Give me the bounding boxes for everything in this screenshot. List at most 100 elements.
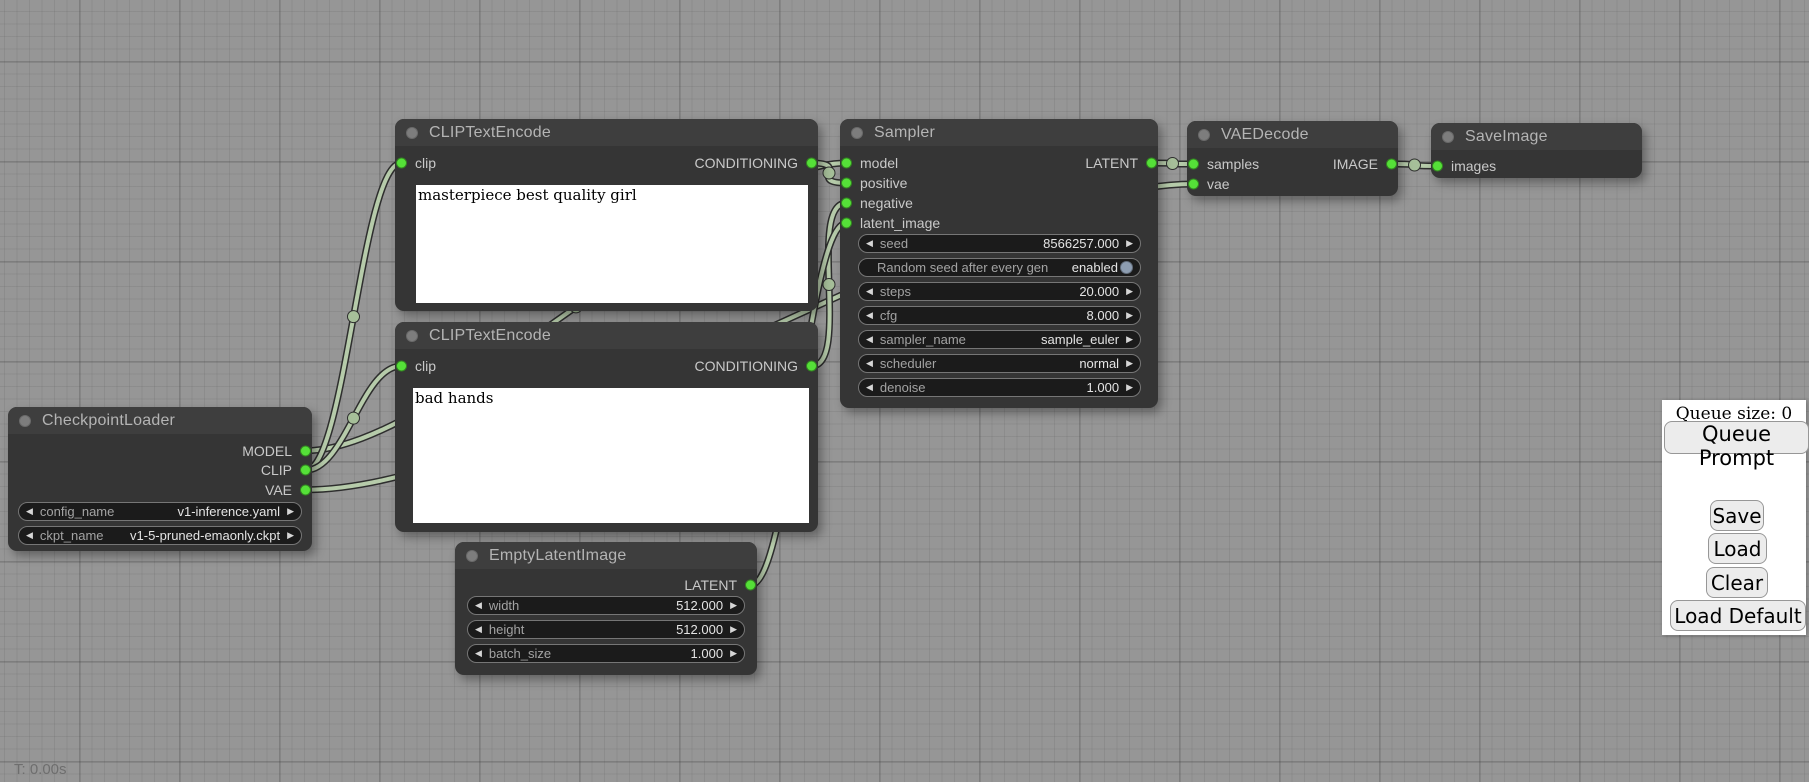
toggle-icon[interactable] bbox=[1120, 261, 1133, 274]
output-slot-dot[interactable] bbox=[806, 361, 817, 372]
decrement-arrow-icon[interactable]: ◀ bbox=[866, 307, 873, 324]
load-default-button[interactable]: Load Default bbox=[1670, 600, 1806, 631]
input-slot-dot[interactable] bbox=[841, 158, 852, 169]
widget-cfg[interactable]: ◀ cfg 8.000 ▶ bbox=[858, 306, 1141, 325]
output-slot-dot[interactable] bbox=[300, 465, 311, 476]
widget-sampler-name[interactable]: ◀ sampler_name sample_euler ▶ bbox=[858, 330, 1141, 349]
increment-arrow-icon[interactable]: ▶ bbox=[287, 527, 294, 544]
increment-arrow-icon[interactable]: ▶ bbox=[287, 503, 294, 520]
node-title-bar[interactable]: SaveImage bbox=[1431, 123, 1642, 150]
node-title-bar[interactable]: EmptyLatentImage bbox=[455, 542, 757, 569]
increment-arrow-icon[interactable]: ▶ bbox=[730, 621, 737, 638]
input-slot-label: clip bbox=[415, 358, 436, 374]
increment-arrow-icon[interactable]: ▶ bbox=[1126, 379, 1133, 396]
output-slot-label: CLIP bbox=[261, 462, 292, 478]
node-save-image[interactable]: SaveImage images bbox=[1431, 123, 1642, 178]
widget-width[interactable]: ◀ width 512.000 ▶ bbox=[467, 596, 745, 615]
collapse-toggle-icon[interactable] bbox=[1198, 129, 1210, 141]
graph-canvas[interactable]: CheckpointLoader MODEL CLIP VAE ◀ config… bbox=[0, 0, 1809, 782]
widget-seed[interactable]: ◀ seed 8566257.000 ▶ bbox=[858, 234, 1141, 253]
node-title-bar[interactable]: Sampler bbox=[840, 119, 1158, 146]
output-slot-row: MODEL bbox=[8, 441, 312, 461]
prompt-textarea[interactable]: bad hands bbox=[413, 388, 809, 523]
widget-value: 8.000 bbox=[1087, 308, 1120, 323]
node-title-bar[interactable]: CLIPTextEncode bbox=[395, 322, 818, 349]
widget-scheduler[interactable]: ◀ scheduler normal ▶ bbox=[858, 354, 1141, 373]
decrement-arrow-icon[interactable]: ◀ bbox=[866, 331, 873, 348]
node-sampler[interactable]: Sampler LATENT model positive negative l… bbox=[840, 119, 1158, 408]
input-slot-dot[interactable] bbox=[396, 158, 407, 169]
output-slot-dot[interactable] bbox=[745, 580, 756, 591]
widget-label: config_name bbox=[40, 504, 114, 519]
input-slot-dot[interactable] bbox=[841, 198, 852, 209]
output-slot-label: MODEL bbox=[242, 443, 292, 459]
node-clip-text-encode-negative[interactable]: CLIPTextEncode clip CONDITIONING bad han… bbox=[395, 322, 818, 532]
increment-arrow-icon[interactable]: ▶ bbox=[730, 597, 737, 614]
widget-denoise[interactable]: ◀ denoise 1.000 ▶ bbox=[858, 378, 1141, 397]
widget-steps[interactable]: ◀ steps 20.000 ▶ bbox=[858, 282, 1141, 301]
input-slot-dot[interactable] bbox=[841, 218, 852, 229]
widget-label: seed bbox=[880, 236, 908, 251]
decrement-arrow-icon[interactable]: ◀ bbox=[475, 621, 482, 638]
node-title-bar[interactable]: CheckpointLoader bbox=[8, 407, 312, 434]
node-title-bar[interactable]: VAEDecode bbox=[1187, 121, 1398, 148]
decrement-arrow-icon[interactable]: ◀ bbox=[26, 503, 33, 520]
output-slot-dot[interactable] bbox=[1146, 158, 1157, 169]
clear-button[interactable]: Clear bbox=[1706, 567, 1768, 598]
widget-config-name[interactable]: ◀ config_name v1-inference.yaml ▶ bbox=[18, 502, 302, 521]
queue-prompt-button[interactable]: Queue Prompt bbox=[1664, 421, 1809, 454]
output-slot-dot[interactable] bbox=[1386, 159, 1397, 170]
decrement-arrow-icon[interactable]: ◀ bbox=[866, 379, 873, 396]
menu-panel: Queue size: 0 Queue Prompt Save Load Cle… bbox=[1662, 400, 1806, 635]
increment-arrow-icon[interactable]: ▶ bbox=[1126, 235, 1133, 252]
increment-arrow-icon[interactable]: ▶ bbox=[1126, 355, 1133, 372]
widget-height[interactable]: ◀ height 512.000 ▶ bbox=[467, 620, 745, 639]
collapse-toggle-icon[interactable] bbox=[406, 330, 418, 342]
node-vae-decode[interactable]: VAEDecode samples IMAGE vae bbox=[1187, 121, 1398, 196]
node-title-bar[interactable]: CLIPTextEncode bbox=[395, 119, 818, 146]
output-slot-dot[interactable] bbox=[806, 158, 817, 169]
output-slot-dot[interactable] bbox=[300, 484, 311, 495]
collapse-toggle-icon[interactable] bbox=[1442, 131, 1454, 143]
output-slot-label: CONDITIONING bbox=[695, 155, 798, 171]
collapse-toggle-icon[interactable] bbox=[851, 127, 863, 139]
load-button[interactable]: Load bbox=[1708, 533, 1767, 564]
input-slot-label: samples bbox=[1207, 156, 1259, 172]
prompt-textarea[interactable]: masterpiece best quality girl bbox=[416, 185, 808, 303]
decrement-arrow-icon[interactable]: ◀ bbox=[866, 283, 873, 300]
input-slot-row: images bbox=[1431, 156, 1642, 176]
widget-value: 512.000 bbox=[676, 622, 723, 637]
widget-ckpt-name[interactable]: ◀ ckpt_name v1-5-pruned-emaonly.ckpt ▶ bbox=[18, 526, 302, 545]
widget-label: sampler_name bbox=[880, 332, 966, 347]
save-button[interactable]: Save bbox=[1710, 500, 1764, 531]
increment-arrow-icon[interactable]: ▶ bbox=[1126, 307, 1133, 324]
input-slot-label: latent_image bbox=[860, 215, 940, 231]
collapse-toggle-icon[interactable] bbox=[466, 550, 478, 562]
increment-arrow-icon[interactable]: ▶ bbox=[730, 645, 737, 662]
decrement-arrow-icon[interactable]: ◀ bbox=[866, 235, 873, 252]
input-slot-dot[interactable] bbox=[1188, 159, 1199, 170]
widget-random-seed-toggle[interactable]: Random seed after every gen enabled bbox=[858, 258, 1141, 277]
widget-label: denoise bbox=[880, 380, 926, 395]
decrement-arrow-icon[interactable]: ◀ bbox=[26, 527, 33, 544]
node-clip-text-encode-positive[interactable]: CLIPTextEncode clip CONDITIONING masterp… bbox=[395, 119, 818, 311]
decrement-arrow-icon[interactable]: ◀ bbox=[866, 355, 873, 372]
decrement-arrow-icon[interactable]: ◀ bbox=[475, 597, 482, 614]
increment-arrow-icon[interactable]: ▶ bbox=[1126, 283, 1133, 300]
widget-label: Random seed after every gen bbox=[877, 260, 1048, 275]
widget-batch-size[interactable]: ◀ batch_size 1.000 ▶ bbox=[467, 644, 745, 663]
output-slot-dot[interactable] bbox=[300, 445, 311, 456]
slot-row: clip CONDITIONING bbox=[395, 356, 818, 376]
input-slot-dot[interactable] bbox=[1188, 179, 1199, 190]
input-slot-label: model bbox=[860, 155, 898, 171]
collapse-toggle-icon[interactable] bbox=[406, 127, 418, 139]
node-empty-latent-image[interactable]: EmptyLatentImage LATENT ◀ width 512.000 … bbox=[455, 542, 757, 675]
input-slot-row: latent_image bbox=[840, 213, 1158, 233]
collapse-toggle-icon[interactable] bbox=[19, 415, 31, 427]
decrement-arrow-icon[interactable]: ◀ bbox=[475, 645, 482, 662]
input-slot-dot[interactable] bbox=[396, 361, 407, 372]
input-slot-dot[interactable] bbox=[841, 178, 852, 189]
input-slot-dot[interactable] bbox=[1432, 161, 1443, 172]
node-checkpoint-loader[interactable]: CheckpointLoader MODEL CLIP VAE ◀ config… bbox=[8, 407, 312, 551]
increment-arrow-icon[interactable]: ▶ bbox=[1126, 331, 1133, 348]
